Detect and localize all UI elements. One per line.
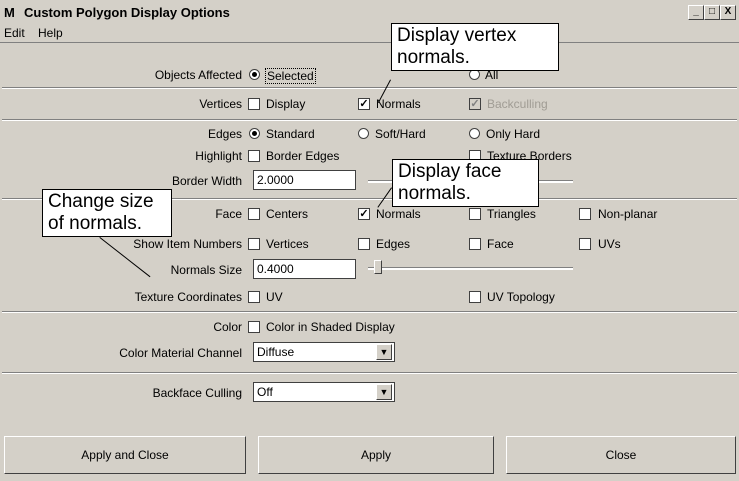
edges-standard-label: Standard (266, 127, 315, 141)
non-planar-label: Non-planar (598, 207, 658, 221)
backculling-label: Backculling (487, 97, 548, 111)
backface-culling-label: Backface Culling (152, 386, 242, 400)
border-width-label: Border Width (171, 174, 242, 188)
apply-button[interactable]: Apply (258, 436, 494, 474)
triangles-label: Triangles (487, 207, 536, 221)
vertex-normals-label: Normals (376, 97, 421, 111)
window-title: Custom Polygon Display Options (24, 5, 230, 20)
normals-size-slider-thumb[interactable] (374, 260, 382, 274)
edges-label: Edges (207, 127, 242, 141)
selected-radio-label: Selected (265, 68, 316, 84)
item-numbers-face-checkbox[interactable] (469, 238, 481, 250)
border-width-field[interactable]: 2.0000 (253, 170, 356, 190)
color-label: Color (213, 320, 242, 334)
menu-edit[interactable]: Edit (4, 26, 25, 40)
edges-standard-radio[interactable] (249, 128, 260, 139)
color-shaded-label: Color in Shaded Display (266, 320, 395, 334)
separator (2, 372, 737, 374)
maya-logo-icon: M (4, 5, 15, 20)
menu-bar: Edit Help (0, 26, 739, 43)
apply-and-close-button[interactable]: Apply and Close (4, 436, 246, 474)
separator (2, 119, 737, 121)
selected-radio[interactable] (249, 69, 260, 80)
triangles-checkbox[interactable] (469, 208, 481, 220)
border-edges-label: Border Edges (266, 149, 340, 163)
color-shaded-checkbox[interactable] (248, 321, 260, 333)
chevron-down-icon[interactable]: ▼ (376, 344, 392, 360)
face-centers-checkbox[interactable] (248, 208, 260, 220)
objects-affected-label: Objects Affected (154, 68, 242, 82)
normals-size-label: Normals Size (170, 263, 242, 277)
backface-culling-value: Off (257, 385, 273, 399)
normals-size-slider-track[interactable] (368, 267, 573, 270)
non-planar-checkbox[interactable] (579, 208, 591, 220)
separator (2, 311, 737, 313)
face-normals-checkbox[interactable]: ✓ (358, 208, 370, 220)
item-numbers-face-label: Face (487, 237, 514, 251)
texture-uv-checkbox[interactable] (248, 291, 260, 303)
item-numbers-vertices-label: Vertices (266, 237, 309, 251)
edges-soft-hard-radio[interactable] (358, 128, 369, 139)
maximize-button[interactable]: □ (704, 5, 720, 20)
edges-only-hard-label: Only Hard (486, 127, 541, 141)
item-numbers-uvs-label: UVs (598, 237, 621, 251)
color-material-channel-select[interactable]: Diffuse (253, 342, 395, 362)
texture-coordinates-label: Texture Coordinates (134, 290, 242, 304)
face-label: Face (215, 207, 242, 221)
chevron-down-icon[interactable]: ▼ (376, 384, 392, 400)
item-numbers-edges-checkbox[interactable] (358, 238, 370, 250)
vertex-normals-checkbox[interactable]: ✓ (358, 98, 370, 110)
color-material-channel-value: Diffuse (257, 345, 295, 359)
texture-uv-label: UV (266, 290, 283, 304)
menu-help[interactable]: Help (38, 26, 63, 40)
uv-topology-checkbox[interactable] (469, 291, 481, 303)
callout-face-normals: Display face normals. (392, 159, 539, 207)
normals-size-field[interactable]: 0.4000 (253, 259, 356, 279)
border-edges-checkbox[interactable] (248, 150, 260, 162)
vertices-label: Vertices (199, 97, 242, 111)
item-numbers-vertices-checkbox[interactable] (248, 238, 260, 250)
title-bar: M Custom Polygon Display Options _ □ X (0, 0, 739, 26)
minimize-button[interactable]: _ (688, 5, 704, 20)
uv-topology-label: UV Topology (487, 290, 555, 304)
separator (2, 87, 737, 89)
close-window-button[interactable]: X (720, 5, 736, 20)
vertices-display-checkbox[interactable] (248, 98, 260, 110)
backface-culling-select[interactable]: Off (253, 382, 395, 402)
callout-vertex-normals: Display vertex normals. (391, 23, 559, 71)
vertices-display-label: Display (266, 97, 306, 111)
edges-only-hard-radio[interactable] (469, 128, 480, 139)
face-normals-label: Normals (376, 207, 421, 221)
callout-normals-size: Change size of normals. (42, 189, 172, 237)
close-button[interactable]: Close (506, 436, 736, 474)
face-centers-label: Centers (266, 207, 309, 221)
highlight-label: Highlight (195, 149, 242, 163)
edges-soft-hard-label: Soft/Hard (375, 127, 426, 141)
color-material-channel-label: Color Material Channel (119, 346, 242, 360)
backculling-checkbox: ✓ (469, 98, 481, 110)
show-item-numbers-label: Show Item Numbers (133, 237, 242, 251)
item-numbers-edges-label: Edges (376, 237, 411, 251)
item-numbers-uvs-checkbox[interactable] (579, 238, 591, 250)
